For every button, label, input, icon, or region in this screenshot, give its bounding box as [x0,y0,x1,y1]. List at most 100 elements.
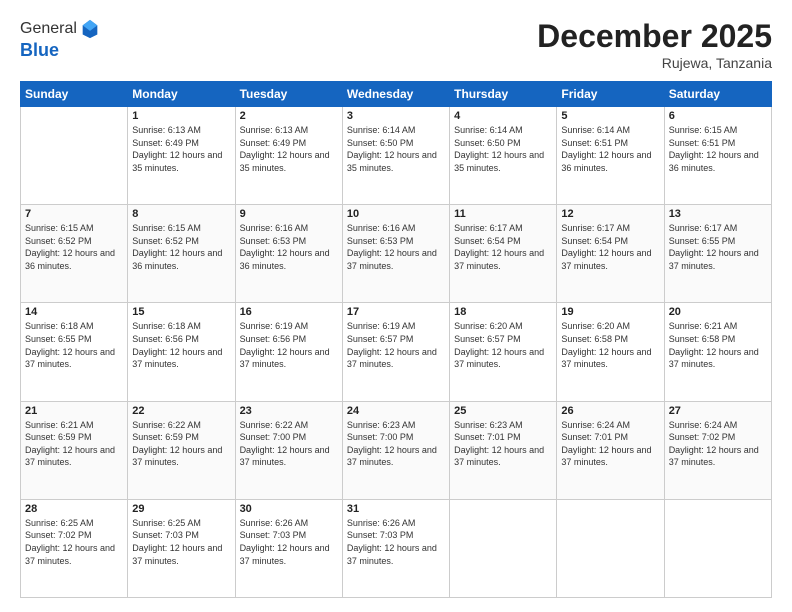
calendar-header-row: Sunday Monday Tuesday Wednesday Thursday… [21,82,772,107]
day-info: Sunrise: 6:23 AM Sunset: 7:00 PM Dayligh… [347,419,445,469]
day-number: 31 [347,503,445,515]
title-block: December 2025 Rujewa, Tanzania [537,18,772,71]
header: General Blue December 2025 Rujewa, Tanza… [20,18,772,71]
col-monday: Monday [128,82,235,107]
calendar-cell: 6 Sunrise: 6:15 AM Sunset: 6:51 PM Dayli… [664,107,771,205]
day-info: Sunrise: 6:19 AM Sunset: 6:56 PM Dayligh… [240,320,338,370]
day-number: 19 [561,306,659,318]
day-number: 23 [240,405,338,417]
day-info: Sunrise: 6:20 AM Sunset: 6:58 PM Dayligh… [561,320,659,370]
day-number: 9 [240,208,338,220]
col-friday: Friday [557,82,664,107]
calendar-cell [664,499,771,597]
calendar-cell: 3 Sunrise: 6:14 AM Sunset: 6:50 PM Dayli… [342,107,449,205]
calendar-cell [450,499,557,597]
day-number: 24 [347,405,445,417]
month-title: December 2025 [537,18,772,55]
day-number: 26 [561,405,659,417]
calendar-cell: 14 Sunrise: 6:18 AM Sunset: 6:55 PM Dayl… [21,303,128,401]
calendar-week-1: 1 Sunrise: 6:13 AM Sunset: 6:49 PM Dayli… [21,107,772,205]
day-info: Sunrise: 6:15 AM Sunset: 6:52 PM Dayligh… [132,222,230,272]
col-wednesday: Wednesday [342,82,449,107]
calendar-cell: 15 Sunrise: 6:18 AM Sunset: 6:56 PM Dayl… [128,303,235,401]
day-number: 29 [132,503,230,515]
day-info: Sunrise: 6:26 AM Sunset: 7:03 PM Dayligh… [347,517,445,567]
page: General Blue December 2025 Rujewa, Tanza… [0,0,792,612]
col-saturday: Saturday [664,82,771,107]
col-tuesday: Tuesday [235,82,342,107]
day-info: Sunrise: 6:17 AM Sunset: 6:54 PM Dayligh… [454,222,552,272]
location: Rujewa, Tanzania [537,55,772,71]
calendar-cell: 29 Sunrise: 6:25 AM Sunset: 7:03 PM Dayl… [128,499,235,597]
day-number: 2 [240,110,338,122]
day-info: Sunrise: 6:14 AM Sunset: 6:50 PM Dayligh… [454,124,552,174]
day-number: 8 [132,208,230,220]
calendar-cell: 26 Sunrise: 6:24 AM Sunset: 7:01 PM Dayl… [557,401,664,499]
calendar-cell [21,107,128,205]
day-info: Sunrise: 6:26 AM Sunset: 7:03 PM Dayligh… [240,517,338,567]
day-info: Sunrise: 6:15 AM Sunset: 6:52 PM Dayligh… [25,222,123,272]
day-info: Sunrise: 6:25 AM Sunset: 7:02 PM Dayligh… [25,517,123,567]
calendar-cell: 25 Sunrise: 6:23 AM Sunset: 7:01 PM Dayl… [450,401,557,499]
logo: General Blue [20,18,101,61]
day-info: Sunrise: 6:15 AM Sunset: 6:51 PM Dayligh… [669,124,767,174]
day-info: Sunrise: 6:24 AM Sunset: 7:02 PM Dayligh… [669,419,767,469]
day-number: 5 [561,110,659,122]
col-sunday: Sunday [21,82,128,107]
calendar-week-2: 7 Sunrise: 6:15 AM Sunset: 6:52 PM Dayli… [21,205,772,303]
day-info: Sunrise: 6:20 AM Sunset: 6:57 PM Dayligh… [454,320,552,370]
day-number: 30 [240,503,338,515]
calendar-week-3: 14 Sunrise: 6:18 AM Sunset: 6:55 PM Dayl… [21,303,772,401]
day-number: 11 [454,208,552,220]
day-info: Sunrise: 6:19 AM Sunset: 6:57 PM Dayligh… [347,320,445,370]
day-info: Sunrise: 6:17 AM Sunset: 6:55 PM Dayligh… [669,222,767,272]
day-number: 10 [347,208,445,220]
calendar-cell: 27 Sunrise: 6:24 AM Sunset: 7:02 PM Dayl… [664,401,771,499]
logo-general-text: General [20,20,77,38]
day-info: Sunrise: 6:13 AM Sunset: 6:49 PM Dayligh… [240,124,338,174]
calendar-week-4: 21 Sunrise: 6:21 AM Sunset: 6:59 PM Dayl… [21,401,772,499]
day-number: 7 [25,208,123,220]
day-info: Sunrise: 6:18 AM Sunset: 6:56 PM Dayligh… [132,320,230,370]
day-number: 13 [669,208,767,220]
calendar-cell: 13 Sunrise: 6:17 AM Sunset: 6:55 PM Dayl… [664,205,771,303]
day-number: 6 [669,110,767,122]
day-number: 12 [561,208,659,220]
calendar-cell: 28 Sunrise: 6:25 AM Sunset: 7:02 PM Dayl… [21,499,128,597]
day-number: 20 [669,306,767,318]
day-info: Sunrise: 6:18 AM Sunset: 6:55 PM Dayligh… [25,320,123,370]
calendar-week-5: 28 Sunrise: 6:25 AM Sunset: 7:02 PM Dayl… [21,499,772,597]
day-number: 28 [25,503,123,515]
day-number: 27 [669,405,767,417]
day-number: 17 [347,306,445,318]
logo-blue-text: Blue [20,40,59,61]
calendar-cell: 8 Sunrise: 6:15 AM Sunset: 6:52 PM Dayli… [128,205,235,303]
calendar-cell: 24 Sunrise: 6:23 AM Sunset: 7:00 PM Dayl… [342,401,449,499]
day-info: Sunrise: 6:13 AM Sunset: 6:49 PM Dayligh… [132,124,230,174]
day-info: Sunrise: 6:14 AM Sunset: 6:51 PM Dayligh… [561,124,659,174]
calendar-cell: 1 Sunrise: 6:13 AM Sunset: 6:49 PM Dayli… [128,107,235,205]
day-number: 22 [132,405,230,417]
day-number: 14 [25,306,123,318]
day-number: 4 [454,110,552,122]
calendar-cell: 7 Sunrise: 6:15 AM Sunset: 6:52 PM Dayli… [21,205,128,303]
calendar-cell: 20 Sunrise: 6:21 AM Sunset: 6:58 PM Dayl… [664,303,771,401]
day-info: Sunrise: 6:22 AM Sunset: 6:59 PM Dayligh… [132,419,230,469]
calendar: Sunday Monday Tuesday Wednesday Thursday… [20,81,772,598]
day-info: Sunrise: 6:25 AM Sunset: 7:03 PM Dayligh… [132,517,230,567]
day-info: Sunrise: 6:16 AM Sunset: 6:53 PM Dayligh… [347,222,445,272]
calendar-cell: 22 Sunrise: 6:22 AM Sunset: 6:59 PM Dayl… [128,401,235,499]
day-info: Sunrise: 6:16 AM Sunset: 6:53 PM Dayligh… [240,222,338,272]
calendar-cell: 2 Sunrise: 6:13 AM Sunset: 6:49 PM Dayli… [235,107,342,205]
day-info: Sunrise: 6:22 AM Sunset: 7:00 PM Dayligh… [240,419,338,469]
calendar-cell: 5 Sunrise: 6:14 AM Sunset: 6:51 PM Dayli… [557,107,664,205]
day-number: 15 [132,306,230,318]
calendar-cell: 12 Sunrise: 6:17 AM Sunset: 6:54 PM Dayl… [557,205,664,303]
calendar-cell: 21 Sunrise: 6:21 AM Sunset: 6:59 PM Dayl… [21,401,128,499]
day-number: 21 [25,405,123,417]
day-info: Sunrise: 6:14 AM Sunset: 6:50 PM Dayligh… [347,124,445,174]
day-number: 25 [454,405,552,417]
calendar-cell: 11 Sunrise: 6:17 AM Sunset: 6:54 PM Dayl… [450,205,557,303]
calendar-cell: 9 Sunrise: 6:16 AM Sunset: 6:53 PM Dayli… [235,205,342,303]
calendar-cell: 17 Sunrise: 6:19 AM Sunset: 6:57 PM Dayl… [342,303,449,401]
